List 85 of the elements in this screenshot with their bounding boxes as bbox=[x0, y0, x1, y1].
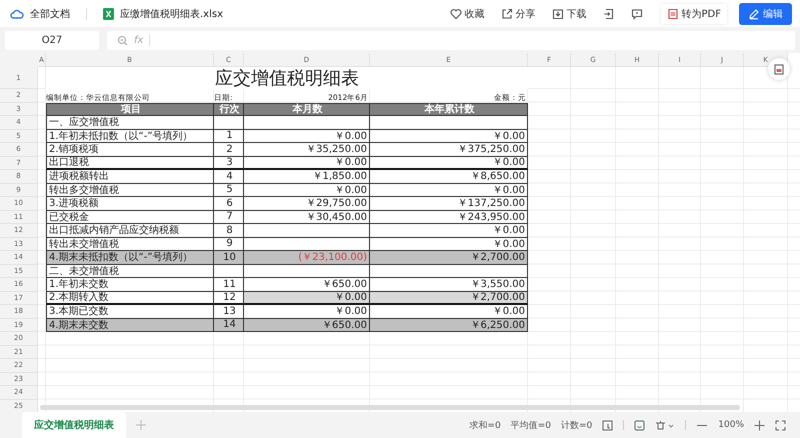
edit-button[interactable]: 编辑 bbox=[739, 2, 792, 24]
sheet-title: 应交增值税明细表 bbox=[46, 67, 528, 89]
table-cell: 2.销项税项 bbox=[46, 143, 214, 156]
header-cell: 本月数 bbox=[244, 102, 370, 116]
table-cell: ￥0.00 bbox=[244, 292, 370, 305]
table-cell: ￥0.00 bbox=[244, 156, 370, 170]
download-button[interactable]: 下载 bbox=[546, 4, 593, 24]
table-cell: 2 bbox=[214, 143, 244, 156]
breadcrumb-link[interactable]: 全部文档 bbox=[30, 6, 70, 20]
cloud-icon bbox=[10, 8, 24, 20]
table-cell: 一、应交增值税 bbox=[46, 116, 214, 130]
table-cell: (￥23,100.00) bbox=[244, 251, 370, 264]
table-cell: ￥650.00 bbox=[244, 318, 370, 332]
table-cell: 14 bbox=[214, 318, 244, 332]
table-cell: ￥35,250.00 bbox=[244, 143, 370, 156]
table-cell: 4.期末未交数 bbox=[46, 318, 214, 332]
sheet-tab[interactable]: 应交增值税明细表 bbox=[22, 412, 126, 438]
view-icon[interactable] bbox=[602, 420, 614, 430]
comment-icon[interactable] bbox=[630, 8, 643, 20]
table-cell: ￥137,250.00 bbox=[370, 197, 528, 210]
fullscreen-icon[interactable] bbox=[775, 420, 786, 430]
table-cell bbox=[214, 264, 244, 278]
table-cell: 10 bbox=[214, 251, 244, 264]
table-cell: ￥243,950.00 bbox=[370, 210, 528, 224]
table-cell: ￥375,250.00 bbox=[370, 143, 528, 156]
spreadsheet-file-icon bbox=[103, 8, 114, 20]
table-cell: 1.年初未抵扣数（以“-”号填列） bbox=[46, 130, 214, 143]
table-cell: 二、未交增值税 bbox=[46, 264, 214, 278]
table-cell: ￥2,700.00 bbox=[370, 251, 528, 264]
table-cell: ￥8,650.00 bbox=[370, 170, 528, 184]
panel-icon[interactable] bbox=[602, 8, 615, 20]
table-cell: 转出多交增值税 bbox=[46, 184, 214, 197]
status-stat: 求和=0 bbox=[469, 420, 501, 432]
table-cell: 出口退税 bbox=[46, 156, 214, 170]
status-stat: 计数=0 bbox=[560, 420, 592, 432]
horizontal-scrollbar[interactable] bbox=[40, 405, 740, 410]
table-cell: ￥2,700.00 bbox=[370, 292, 528, 305]
table-cell: 11 bbox=[214, 278, 244, 292]
table-cell: ￥0.00 bbox=[370, 224, 528, 238]
smile-icon[interactable] bbox=[634, 420, 646, 430]
table-cell: 1 bbox=[214, 130, 244, 143]
share-icon bbox=[500, 8, 513, 20]
pdf-button[interactable]: 转为PDF bbox=[660, 4, 727, 24]
header-cell: 本年累计数 bbox=[370, 102, 528, 116]
name-box[interactable]: O27 bbox=[5, 31, 99, 50]
table-cell: ￥6,250.00 bbox=[370, 318, 528, 332]
table-cell: ￥1,850.00 bbox=[244, 170, 370, 184]
table-cell bbox=[214, 116, 244, 130]
heart-icon bbox=[450, 8, 462, 20]
table-cell: 4.期末未抵扣数（以“-”号填列） bbox=[46, 251, 214, 264]
header-cell: 项目 bbox=[46, 102, 214, 116]
table-cell: 已交税金 bbox=[46, 210, 214, 224]
document-icon bbox=[773, 63, 785, 75]
layout-dropdown-icon[interactable] bbox=[655, 420, 676, 430]
table-cell: 8 bbox=[214, 224, 244, 238]
favorite-button[interactable]: 收藏 bbox=[444, 4, 491, 24]
download-icon bbox=[552, 8, 564, 20]
pdf-icon bbox=[666, 8, 679, 20]
pencil-icon bbox=[748, 8, 760, 20]
status-stat: 平均值=0 bbox=[510, 420, 551, 432]
table-cell: 5 bbox=[214, 184, 244, 197]
table-cell: ￥0.00 bbox=[370, 184, 528, 197]
table-cell: 进项税额转出 bbox=[46, 170, 214, 184]
table-cell: 3.进项税额 bbox=[46, 197, 214, 210]
table-cell: 7 bbox=[214, 210, 244, 224]
table-cell: 3 bbox=[214, 156, 244, 170]
table-cell: 1.年初未交数 bbox=[46, 278, 214, 292]
table-cell: ￥0.00 bbox=[370, 156, 528, 170]
table-cell: ￥29,750.00 bbox=[244, 197, 370, 210]
file-name: 应缴增值税明细表.xlsx bbox=[120, 8, 224, 20]
table-cell: 2.本期转入数 bbox=[46, 292, 214, 305]
zoom-icon bbox=[117, 35, 128, 46]
table-cell: ￥30,450.00 bbox=[244, 210, 370, 224]
header-cell: 行次 bbox=[214, 102, 244, 116]
table-cell: ￥0.00 bbox=[370, 130, 528, 143]
table-cell: ￥0.00 bbox=[244, 184, 370, 197]
table-cell: 6 bbox=[214, 197, 244, 210]
table-cell: 4 bbox=[214, 170, 244, 184]
floating-button[interactable] bbox=[768, 58, 790, 80]
share-button[interactable]: 分享 bbox=[494, 4, 542, 24]
zoom-level: 100% bbox=[718, 420, 744, 430]
fx-label: fx bbox=[134, 35, 144, 46]
zoom-in-icon[interactable] bbox=[754, 420, 765, 430]
table-cell: ￥0.00 bbox=[244, 130, 370, 143]
table-cell: 出口抵减内销产品应交纳税额 bbox=[46, 224, 214, 238]
